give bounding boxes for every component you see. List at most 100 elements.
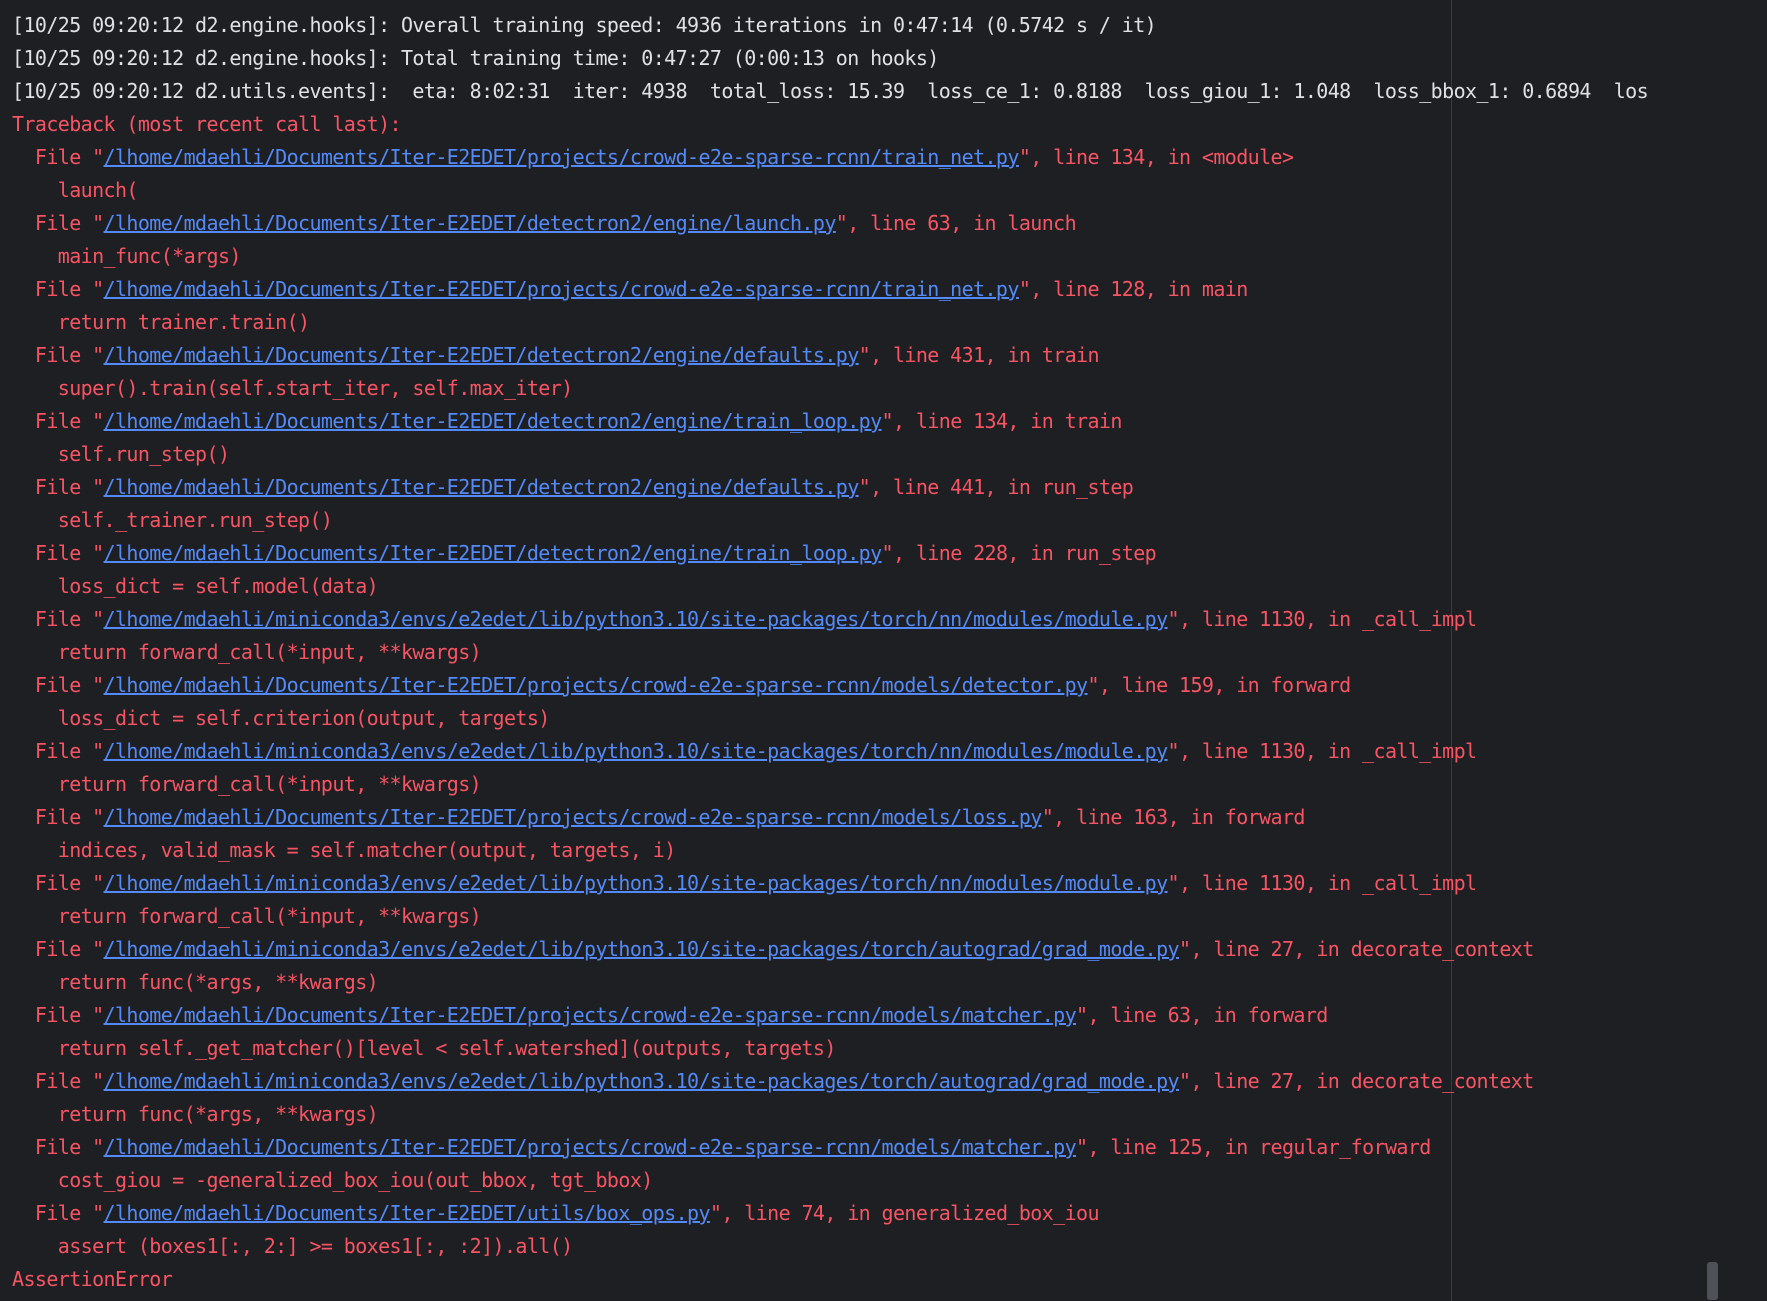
file-location: , line 27, in decorate_context: [1190, 1069, 1534, 1093]
file-location: , line 441, in run_step: [870, 475, 1134, 499]
file-quote: ": [858, 343, 871, 367]
file-quote: ": [1087, 673, 1099, 697]
file-location: , line 228, in run_step: [892, 541, 1157, 565]
traceback-file-line: File "/lhome/mdaehli/Documents/Iter-E2ED…: [12, 1131, 1718, 1164]
file-prefix: File ": [12, 1135, 104, 1159]
source-code: return self._get_matcher()[level < self.…: [57, 1036, 837, 1060]
file-path-link[interactable]: /lhome/mdaehli/Documents/Iter-E2EDET/det…: [104, 409, 883, 433]
source-code: self.run_step(): [57, 442, 230, 466]
file-prefix: File ": [12, 475, 104, 499]
log-line: [10/25 09:20:12 d2.engine.hooks]: Total …: [12, 46, 939, 70]
traceback-code-line: super().train(self.start_iter, self.max_…: [12, 372, 1718, 405]
file-prefix: File ": [12, 871, 104, 895]
file-path-link[interactable]: /lhome/mdaehli/Documents/Iter-E2EDET/pro…: [104, 145, 1020, 169]
traceback-code-line: main_func(*args): [12, 240, 1718, 273]
log-line: [10/25 09:20:12 d2.utils.events]: eta: 8…: [12, 79, 1649, 103]
file-path-link[interactable]: /lhome/mdaehli/miniconda3/envs/e2edet/li…: [104, 607, 1169, 631]
source-code: cost_giou = -generalized_box_iou(out_bbo…: [57, 1168, 654, 1192]
file-prefix: File ": [12, 343, 104, 367]
file-prefix: File ": [12, 607, 104, 631]
file-path-link[interactable]: /lhome/mdaehli/Documents/Iter-E2EDET/pro…: [104, 673, 1089, 697]
console-output: [10/25 09:20:12 d2.engine.hooks]: Overal…: [12, 9, 1718, 1296]
file-prefix: File ": [12, 673, 104, 697]
traceback-file-line: File "/lhome/mdaehli/Documents/Iter-E2ED…: [12, 537, 1718, 570]
traceback-code-line: cost_giou = -generalized_box_iou(out_bbo…: [12, 1164, 1718, 1197]
file-prefix: File ": [12, 937, 104, 961]
file-location: , line 1130, in _call_impl: [1179, 607, 1477, 631]
traceback-code-line: return forward_call(*input, **kwargs): [12, 636, 1718, 669]
traceback-file-line: File "/lhome/mdaehli/Documents/Iter-E2ED…: [12, 405, 1718, 438]
traceback-file-line: File "/lhome/mdaehli/Documents/Iter-E2ED…: [12, 669, 1718, 702]
traceback-file-line: File "/lhome/mdaehli/miniconda3/envs/e2e…: [12, 933, 1718, 966]
file-quote: ": [1076, 1003, 1088, 1027]
file-path-link[interactable]: /lhome/mdaehli/Documents/Iter-E2EDET/pro…: [104, 805, 1043, 829]
traceback-file-line: File "/lhome/mdaehli/Documents/Iter-E2ED…: [12, 141, 1718, 174]
file-path-link[interactable]: /lhome/mdaehli/Documents/Iter-E2EDET/det…: [104, 475, 860, 499]
traceback-file-line: File "/lhome/mdaehli/Documents/Iter-E2ED…: [12, 1197, 1718, 1230]
traceback-code-line: loss_dict = self.criterion(output, targe…: [12, 702, 1718, 735]
source-code: super().train(self.start_iter, self.max_…: [57, 376, 573, 400]
file-quote: ": [881, 541, 894, 565]
file-path-link[interactable]: /lhome/mdaehli/miniconda3/envs/e2edet/li…: [104, 937, 1180, 961]
source-code: return forward_call(*input, **kwargs): [57, 772, 482, 796]
file-prefix: File ": [12, 145, 104, 169]
source-code: loss_dict = self.criterion(output, targe…: [57, 706, 551, 730]
file-location: , line 134, in <module>: [1030, 145, 1294, 169]
file-location: , line 27, in decorate_context: [1190, 937, 1534, 961]
traceback-code-line: loss_dict = self.model(data): [12, 570, 1718, 603]
traceback-file-line: File "/lhome/mdaehli/Documents/Iter-E2ED…: [12, 999, 1718, 1032]
traceback-code-line: return func(*args, **kwargs): [12, 1098, 1718, 1131]
error-line: AssertionError: [12, 1267, 173, 1291]
source-code: main_func(*args): [57, 244, 242, 268]
file-prefix: File ": [12, 211, 104, 235]
file-path-link[interactable]: /lhome/mdaehli/Documents/Iter-E2EDET/det…: [104, 211, 837, 235]
file-quote: ": [1167, 607, 1180, 631]
traceback-file-line: File "/lhome/mdaehli/miniconda3/envs/e2e…: [12, 603, 1718, 636]
traceback-code-line: return forward_call(*input, **kwargs): [12, 768, 1718, 801]
source-code: loss_dict = self.model(data): [57, 574, 379, 598]
traceback-file-line: File "/lhome/mdaehli/Documents/Iter-E2ED…: [12, 207, 1718, 240]
file-quote: ": [1018, 145, 1031, 169]
traceback-file-line: File "/lhome/mdaehli/miniconda3/envs/e2e…: [12, 735, 1718, 768]
file-prefix: File ": [12, 805, 104, 829]
traceback-frames: File "/lhome/mdaehli/Documents/Iter-E2ED…: [12, 141, 1718, 1263]
file-location: , line 63, in launch: [847, 211, 1077, 235]
run-console[interactable]: [10/25 09:20:12 d2.engine.hooks]: Overal…: [0, 0, 1720, 1301]
file-location: , line 159, in forward: [1098, 673, 1351, 697]
file-quote: ": [1179, 1069, 1191, 1093]
source-code: return forward_call(*input, **kwargs): [57, 904, 482, 928]
vertical-scrollbar[interactable]: [1707, 1262, 1718, 1300]
traceback-code-line: return func(*args, **kwargs): [12, 966, 1718, 999]
file-path-link[interactable]: /lhome/mdaehli/miniconda3/envs/e2edet/li…: [104, 739, 1169, 763]
file-location: , line 128, in main: [1030, 277, 1248, 301]
traceback-file-line: File "/lhome/mdaehli/Documents/Iter-E2ED…: [12, 471, 1718, 504]
source-code: return forward_call(*input, **kwargs): [57, 640, 482, 664]
file-prefix: File ": [12, 1003, 104, 1027]
file-location: , line 431, in train: [870, 343, 1099, 367]
file-quote: ": [881, 409, 894, 433]
file-prefix: File ": [12, 1069, 104, 1093]
source-code: return trainer.train(): [57, 310, 310, 334]
traceback-file-line: File "/lhome/mdaehli/Documents/Iter-E2ED…: [12, 273, 1718, 306]
file-quote: ": [1018, 277, 1031, 301]
file-path-link[interactable]: /lhome/mdaehli/Documents/Iter-E2EDET/pro…: [104, 277, 1020, 301]
file-quote: ": [1076, 1135, 1088, 1159]
file-path-link[interactable]: /lhome/mdaehli/Documents/Iter-E2EDET/pro…: [104, 1003, 1077, 1027]
traceback-header: Traceback (most recent call last):: [12, 112, 402, 136]
file-location: , line 63, in forward: [1087, 1003, 1328, 1027]
file-prefix: File ": [12, 739, 104, 763]
file-path-link[interactable]: /lhome/mdaehli/Documents/Iter-E2EDET/pro…: [104, 1135, 1077, 1159]
traceback-file-line: File "/lhome/mdaehli/miniconda3/envs/e2e…: [12, 1065, 1718, 1098]
traceback-code-line: return forward_call(*input, **kwargs): [12, 900, 1718, 933]
file-location: , line 134, in train: [892, 409, 1122, 433]
file-path-link[interactable]: /lhome/mdaehli/Documents/Iter-E2EDET/uti…: [104, 1201, 711, 1225]
traceback-code-line: self.run_step(): [12, 438, 1718, 471]
file-location: , line 74, in generalized_box_iou: [721, 1201, 1099, 1225]
source-code: return func(*args, **kwargs): [57, 970, 379, 994]
file-path-link[interactable]: /lhome/mdaehli/miniconda3/envs/e2edet/li…: [104, 1069, 1180, 1093]
file-path-link[interactable]: /lhome/mdaehli/miniconda3/envs/e2edet/li…: [104, 871, 1169, 895]
file-path-link[interactable]: /lhome/mdaehli/Documents/Iter-E2EDET/det…: [104, 343, 860, 367]
traceback-code-line: indices, valid_mask = self.matcher(outpu…: [12, 834, 1718, 867]
file-path-link[interactable]: /lhome/mdaehli/Documents/Iter-E2EDET/det…: [104, 541, 883, 565]
file-quote: ": [835, 211, 848, 235]
